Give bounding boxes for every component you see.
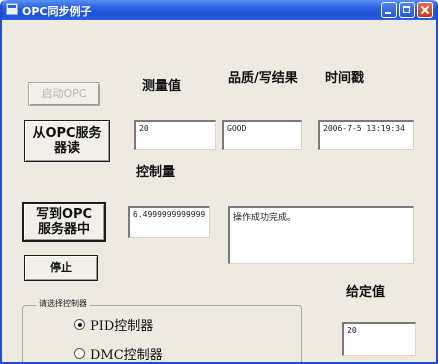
measured-value-field[interactable]: 20 <box>134 120 216 150</box>
control-quantity-label: 控制量 <box>136 165 176 180</box>
setpoint-field[interactable]: 20 <box>342 322 416 356</box>
stop-button[interactable]: 停止 <box>24 255 98 281</box>
timestamp-field[interactable]: 2006-7-5 13:19:34 <box>318 120 414 150</box>
write-result-field[interactable]: 操作成功完成。 <box>228 206 414 264</box>
read-from-server-label: 从OPC服务器读 <box>32 126 102 156</box>
control-quantity-field[interactable]: 6.4999999999999 <box>128 206 210 238</box>
write-to-server-button[interactable]: 写到OPC服务器中 <box>22 202 106 242</box>
maximize-icon[interactable] <box>399 2 415 18</box>
dmc-controller-radio[interactable] <box>74 348 85 359</box>
controller-group-title: 请选择控制器 <box>36 298 90 309</box>
minimize-icon[interactable] <box>381 2 397 18</box>
measured-value-label: 测量值 <box>142 79 182 94</box>
timestamp-label: 时间戳 <box>325 71 365 86</box>
close-icon[interactable] <box>417 2 433 18</box>
stop-label: 停止 <box>50 261 72 274</box>
dmc-controller-label[interactable]: DMC控制器 <box>90 344 163 362</box>
app-window: OPC同步例子 启动OPC 从OPC服务器读 写到OPC服务器中 停止 测量值 … <box>0 0 438 364</box>
window-title: OPC同步例子 <box>22 5 92 18</box>
start-opc-label: 启动OPC <box>41 87 87 100</box>
setpoint-label: 给定值 <box>346 285 386 300</box>
start-opc-button[interactable]: 启动OPC <box>28 82 100 106</box>
app-window-icon <box>6 3 18 15</box>
quality-write-result-label: 品质/写结果 <box>228 72 308 86</box>
quality-field[interactable]: GOOD <box>222 120 302 150</box>
read-from-server-button[interactable]: 从OPC服务器读 <box>24 120 110 162</box>
title-bar[interactable]: OPC同步例子 <box>2 0 436 20</box>
quality-write-result-text: 品质/写结果 <box>228 71 298 86</box>
pid-controller-label[interactable]: PID控制器 <box>90 315 153 334</box>
write-to-server-label: 写到OPC服务器中 <box>35 207 93 237</box>
pid-controller-radio[interactable] <box>74 319 85 330</box>
